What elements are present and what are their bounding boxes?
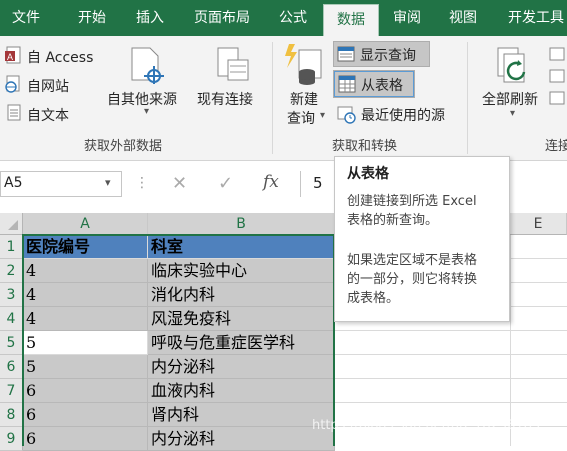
group-label-connections: 连接 bbox=[545, 139, 567, 154]
other-sources-button[interactable]: 自其他来源 bbox=[107, 89, 177, 109]
row-header[interactable]: 7 bbox=[0, 379, 23, 403]
row-header[interactable]: 1 bbox=[0, 235, 23, 259]
name-box-chevron-icon[interactable]: ▾ bbox=[105, 176, 111, 189]
row-header[interactable]: 6 bbox=[0, 355, 23, 379]
show-queries-label: 显示查询 bbox=[360, 48, 416, 64]
tab-insert[interactable]: 插入 bbox=[124, 0, 176, 36]
tooltip-line: 创建链接到所选 Excel bbox=[347, 194, 477, 209]
row-header[interactable]: 3 bbox=[0, 283, 23, 307]
access-icon: A bbox=[5, 46, 21, 64]
row-header[interactable]: 2 bbox=[0, 259, 23, 283]
new-query-chevron-icon: ▾ bbox=[320, 110, 326, 121]
from-access-button[interactable]: 自 Access bbox=[27, 47, 93, 67]
tooltip-line: 的一部分，则它将转换 bbox=[347, 272, 478, 287]
formula-bar-grip-icon: ⋮ bbox=[135, 175, 149, 191]
existing-connections-icon bbox=[217, 47, 249, 81]
tooltip-title: 从表格 bbox=[347, 166, 389, 182]
row-header[interactable]: 5 bbox=[0, 331, 23, 355]
cell-b8[interactable]: 肾内科 bbox=[148, 403, 335, 427]
show-queries-button[interactable]: 显示查询 bbox=[333, 41, 430, 67]
tab-developer[interactable]: 开发工具 bbox=[498, 0, 567, 36]
group-separator bbox=[467, 42, 468, 154]
formula-value: 5 bbox=[313, 174, 323, 192]
row-header[interactable]: 9 bbox=[0, 427, 23, 451]
ribbon-tab-bar: 文件 开始 插入 页面布局 公式 数据 审阅 视图 开发工具 bbox=[0, 0, 567, 36]
other-sources-icon bbox=[131, 47, 164, 84]
existing-connections-button[interactable]: 现有连接 bbox=[197, 89, 253, 109]
row-header[interactable]: 4 bbox=[0, 307, 23, 331]
column-header-e[interactable]: E bbox=[510, 213, 567, 235]
cell-a2[interactable]: 4 bbox=[23, 259, 148, 283]
recent-sources-button[interactable]: 最近使用的源 bbox=[361, 105, 445, 125]
connections-icons bbox=[549, 47, 565, 105]
tab-view[interactable]: 视图 bbox=[438, 0, 488, 36]
name-box-value: A5 bbox=[4, 175, 23, 191]
select-all-corner[interactable] bbox=[0, 213, 23, 235]
new-query-label-2[interactable]: 查询 bbox=[287, 108, 315, 128]
from-table-label: 从表格 bbox=[361, 78, 403, 94]
cell-a7[interactable]: 6 bbox=[23, 379, 148, 403]
refresh-all-button[interactable]: 全部刷新 bbox=[482, 89, 538, 109]
select-all-triangle-icon bbox=[8, 220, 18, 230]
refresh-chevron-icon: ▾ bbox=[510, 108, 516, 119]
from-text-button[interactable]: 自文本 bbox=[27, 105, 69, 125]
text-file-icon bbox=[7, 104, 21, 121]
from-table-button[interactable]: 从表格 bbox=[333, 70, 415, 98]
cell-a6[interactable]: 5 bbox=[23, 355, 148, 379]
tooltip-line: 成表格。 bbox=[347, 291, 400, 306]
cell-a4[interactable]: 4 bbox=[23, 307, 148, 331]
column-header-b[interactable]: B bbox=[148, 213, 335, 235]
row-header[interactable]: 8 bbox=[0, 403, 23, 427]
cell-a8[interactable]: 6 bbox=[23, 403, 148, 427]
recent-sources-icon bbox=[337, 106, 356, 124]
cell-b2[interactable]: 临床实验中心 bbox=[148, 259, 335, 283]
web-page-icon bbox=[5, 75, 20, 93]
cell-a3[interactable]: 4 bbox=[23, 283, 148, 307]
watermark-text: https://blog.csdn.net/qq_18256185 bbox=[312, 418, 541, 433]
cell-a1[interactable]: 医院编号 bbox=[23, 235, 148, 259]
group-separator bbox=[272, 42, 273, 154]
cell-b7[interactable]: 血液内科 bbox=[148, 379, 335, 403]
cell-b6[interactable]: 内分泌科 bbox=[148, 355, 335, 379]
from-table-tooltip: 从表格 创建链接到所选 Excel 表格的新查询。 如果选定区域不是表格 的一部… bbox=[334, 156, 510, 322]
column-header-a[interactable]: A bbox=[23, 213, 148, 235]
cancel-icon[interactable]: ✕ bbox=[172, 173, 187, 194]
cell-a9[interactable]: 6 bbox=[23, 427, 148, 451]
cell-b9[interactable]: 内分泌科 bbox=[148, 427, 335, 451]
group-label-get-transform: 获取和转换 bbox=[332, 139, 398, 154]
name-box[interactable]: A5 ▾ bbox=[0, 171, 122, 197]
cell-b5[interactable]: 呼吸与危重症医学科 bbox=[148, 331, 335, 355]
refresh-all-icon bbox=[497, 47, 526, 83]
new-query-icon bbox=[285, 44, 322, 85]
enter-check-icon[interactable]: ✓ bbox=[218, 173, 233, 194]
chevron-down-icon: ▾ bbox=[144, 106, 150, 117]
tab-file[interactable]: 文件 bbox=[0, 0, 52, 36]
ribbon-panel: A 自 Access 自网站 自文本 自其他来源 ▾ 现有连接 获取外部数据 新… bbox=[0, 36, 567, 161]
tab-formulas[interactable]: 公式 bbox=[268, 0, 318, 36]
table-grid-icon bbox=[338, 75, 356, 93]
tab-data[interactable]: 数据 bbox=[323, 4, 379, 36]
insert-function-icon[interactable]: fx bbox=[263, 172, 279, 192]
tab-review[interactable]: 审阅 bbox=[382, 0, 432, 36]
tooltip-line: 表格的新查询。 bbox=[347, 213, 439, 228]
new-query-label-1[interactable]: 新建 bbox=[290, 89, 318, 109]
tab-page-layout[interactable]: 页面布局 bbox=[184, 0, 260, 36]
tab-home[interactable]: 开始 bbox=[66, 0, 118, 36]
column-gridline bbox=[510, 235, 511, 446]
cell-b3[interactable]: 消化内科 bbox=[148, 283, 335, 307]
cell-a5-active[interactable]: 5 bbox=[23, 331, 148, 355]
cell-b1[interactable]: 科室 bbox=[148, 235, 335, 259]
from-web-button[interactable]: 自网站 bbox=[27, 76, 69, 96]
cell-b4[interactable]: 风湿免疫科 bbox=[148, 307, 335, 331]
group-label-external-data: 获取外部数据 bbox=[84, 139, 163, 154]
svg-text:A: A bbox=[7, 52, 13, 62]
show-queries-icon bbox=[337, 46, 355, 62]
tooltip-line: 如果选定区域不是表格 bbox=[347, 253, 478, 268]
